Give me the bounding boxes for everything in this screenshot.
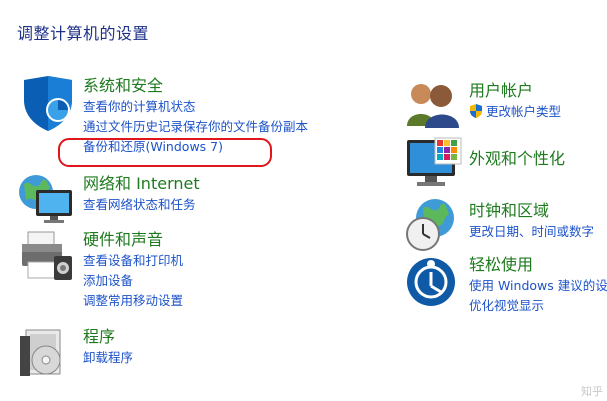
programs-icon[interactable]	[18, 326, 76, 386]
heading-network[interactable]: 网络和 Internet	[83, 173, 200, 195]
link-windows-suggested-settings[interactable]: 使用 Windows 建议的设	[469, 276, 607, 296]
watermark: 知乎	[581, 385, 603, 398]
link-mobility-settings[interactable]: 调整常用移动设置	[83, 291, 183, 311]
shield-icon[interactable]	[18, 76, 76, 136]
network-globe-icon[interactable]	[18, 174, 76, 228]
link-change-account-type[interactable]: 更改帐户类型	[469, 102, 561, 122]
link-add-device[interactable]: 添加设备	[83, 271, 183, 291]
link-optimize-visual-display[interactable]: 优化视觉显示	[469, 296, 607, 316]
link-change-account-type-label: 更改帐户类型	[486, 104, 562, 119]
link-devices-printers[interactable]: 查看设备和打印机	[83, 251, 183, 271]
heading-clock-region[interactable]: 时钟和区域	[469, 200, 594, 222]
clock-globe-icon[interactable]	[405, 198, 463, 258]
link-network-status[interactable]: 查看网络状态和任务	[83, 195, 200, 215]
printer-icon[interactable]	[18, 230, 76, 286]
uac-shield-icon	[470, 104, 482, 118]
heading-ease-of-access[interactable]: 轻松使用	[469, 254, 607, 276]
highlight-box	[58, 138, 272, 167]
heading-system-security[interactable]: 系统和安全	[83, 75, 308, 97]
heading-user-accounts[interactable]: 用户帐户	[469, 80, 561, 102]
link-change-date-time[interactable]: 更改日期、时间或数字	[469, 222, 594, 242]
page-title: 调整计算机的设置	[17, 24, 150, 43]
heading-programs[interactable]: 程序	[83, 326, 133, 348]
ease-of-access-icon[interactable]	[405, 256, 457, 312]
monitor-palette-icon[interactable]	[405, 136, 463, 196]
link-file-history[interactable]: 通过文件历史记录保存你的文件备份副本	[83, 117, 308, 137]
heading-hardware-sound[interactable]: 硬件和声音	[83, 229, 183, 251]
heading-appearance[interactable]: 外观和个性化	[469, 148, 565, 170]
link-uninstall-program[interactable]: 卸载程序	[83, 348, 133, 368]
users-icon[interactable]	[405, 80, 461, 132]
link-view-computer-status[interactable]: 查看你的计算机状态	[83, 97, 308, 117]
